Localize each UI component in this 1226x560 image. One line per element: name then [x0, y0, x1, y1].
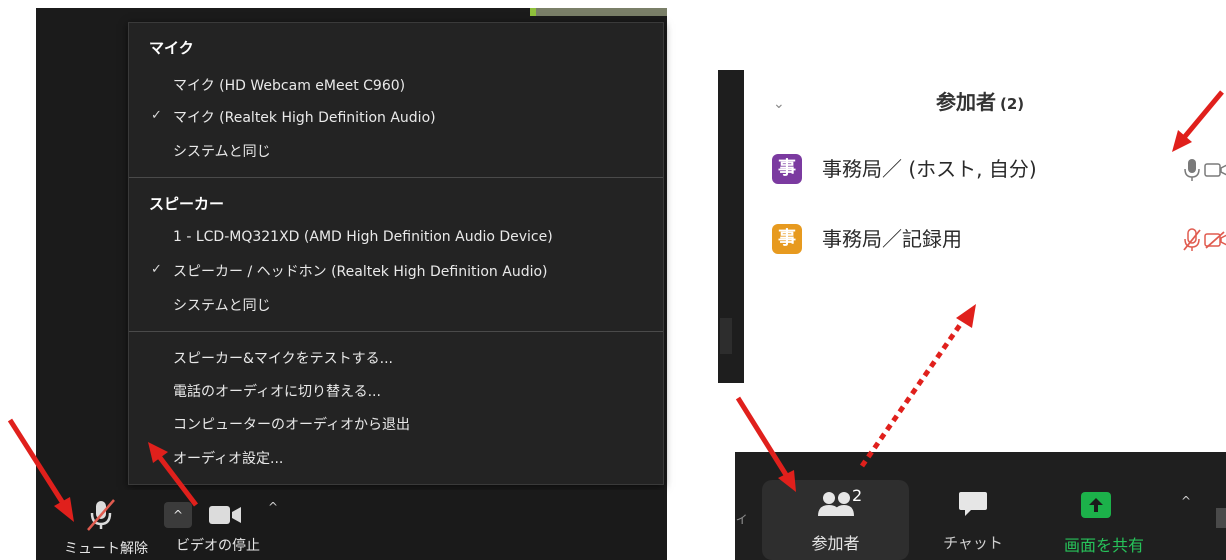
- mic-option-realtek[interactable]: マイク (Realtek High Definition Audio): [173, 107, 436, 127]
- microphone-muted-icon[interactable]: [1182, 228, 1202, 252]
- panel-title-text: 参加者: [936, 90, 996, 114]
- chat-bubble-icon: [959, 492, 987, 516]
- audio-options-menu: マイク マイク (HD Webcam eMeet C960) ✓ マイク (Re…: [128, 22, 664, 485]
- participants-icon: [818, 492, 854, 516]
- stop-video-label: ビデオの停止: [176, 538, 260, 554]
- participant-count: (2): [1000, 95, 1025, 113]
- leave-computer-audio-item[interactable]: コンピューターのオーディオから退出: [173, 414, 410, 434]
- video-off-icon[interactable]: [1204, 230, 1226, 250]
- collapse-chevron-icon[interactable]: ⌄: [773, 96, 785, 112]
- audio-settings-item[interactable]: オーディオ設定...: [173, 448, 283, 468]
- menu-divider: [129, 177, 663, 178]
- unmute-button[interactable]: ミュート解除: [46, 493, 156, 557]
- toolbar-truncated-label: ィ: [735, 511, 749, 527]
- panel-scroll-handle[interactable]: [720, 318, 732, 354]
- microphone-heading: マイク: [149, 39, 194, 57]
- participant-name: 事務局／記録用: [822, 227, 962, 251]
- chat-button[interactable]: チャット: [940, 480, 1020, 560]
- speaker-option-system-default[interactable]: システムと同じ: [173, 295, 271, 315]
- share-screen-icon: [1081, 492, 1111, 518]
- speaker-option-lcd[interactable]: 1 - LCD-MQ321XD (AMD High Definition Aud…: [173, 229, 553, 245]
- avatar: 事: [772, 224, 802, 254]
- mic-option-system-default[interactable]: システムと同じ: [173, 141, 271, 161]
- unmute-label: ミュート解除: [64, 541, 148, 557]
- speaker-heading: スピーカー: [149, 195, 225, 213]
- participants-count-badge: 2: [852, 486, 863, 505]
- check-icon: ✓: [151, 108, 162, 123]
- chat-label: チャット: [943, 534, 1003, 552]
- toolbar-truncated-item: [1216, 508, 1226, 528]
- participants-button[interactable]: 2 参加者: [762, 480, 909, 560]
- video-camera-icon[interactable]: [208, 504, 242, 526]
- video-thumbnail-strip: [530, 8, 667, 16]
- test-speaker-mic-item[interactable]: スピーカー&マイクをテストする...: [173, 348, 393, 368]
- participants-label: 参加者: [811, 534, 860, 553]
- video-camera-icon[interactable]: [1204, 160, 1226, 180]
- participant-row[interactable]: 事 事務局／ (ホスト, 自分): [772, 150, 1226, 190]
- video-thumbnail-accent: [530, 8, 536, 16]
- mic-option-emeet[interactable]: マイク (HD Webcam eMeet C960): [173, 75, 405, 95]
- share-screen-label: 画面を共有: [1063, 536, 1144, 555]
- switch-to-phone-audio-item[interactable]: 電話のオーディオに切り替える...: [173, 381, 381, 401]
- video-options-caret[interactable]: ^: [268, 500, 278, 514]
- share-options-caret[interactable]: ^: [1181, 494, 1191, 508]
- audio-options-caret-button[interactable]: ^: [164, 502, 192, 528]
- participant-name: 事務局／ (ホスト, 自分): [822, 157, 1037, 181]
- participant-row[interactable]: 事 事務局／記録用: [772, 220, 1226, 260]
- menu-divider: [129, 331, 663, 332]
- meeting-toolbar-left: ミュート解除 ^ ^ ビデオの停止: [36, 490, 667, 560]
- meeting-toolbar-right: ィ 2 参加者 チャット 画面を共有 ^: [735, 452, 1226, 560]
- share-screen-button[interactable]: 画面を共有: [1059, 480, 1169, 560]
- avatar: 事: [772, 154, 802, 184]
- microphone-muted-icon: [87, 499, 115, 531]
- speaker-option-realtek[interactable]: スピーカー / ヘッドホン (Realtek High Definition A…: [173, 261, 548, 281]
- microphone-icon[interactable]: [1182, 158, 1202, 182]
- participants-panel-title: 参加者 (2): [936, 86, 1024, 115]
- check-icon: ✓: [151, 262, 162, 277]
